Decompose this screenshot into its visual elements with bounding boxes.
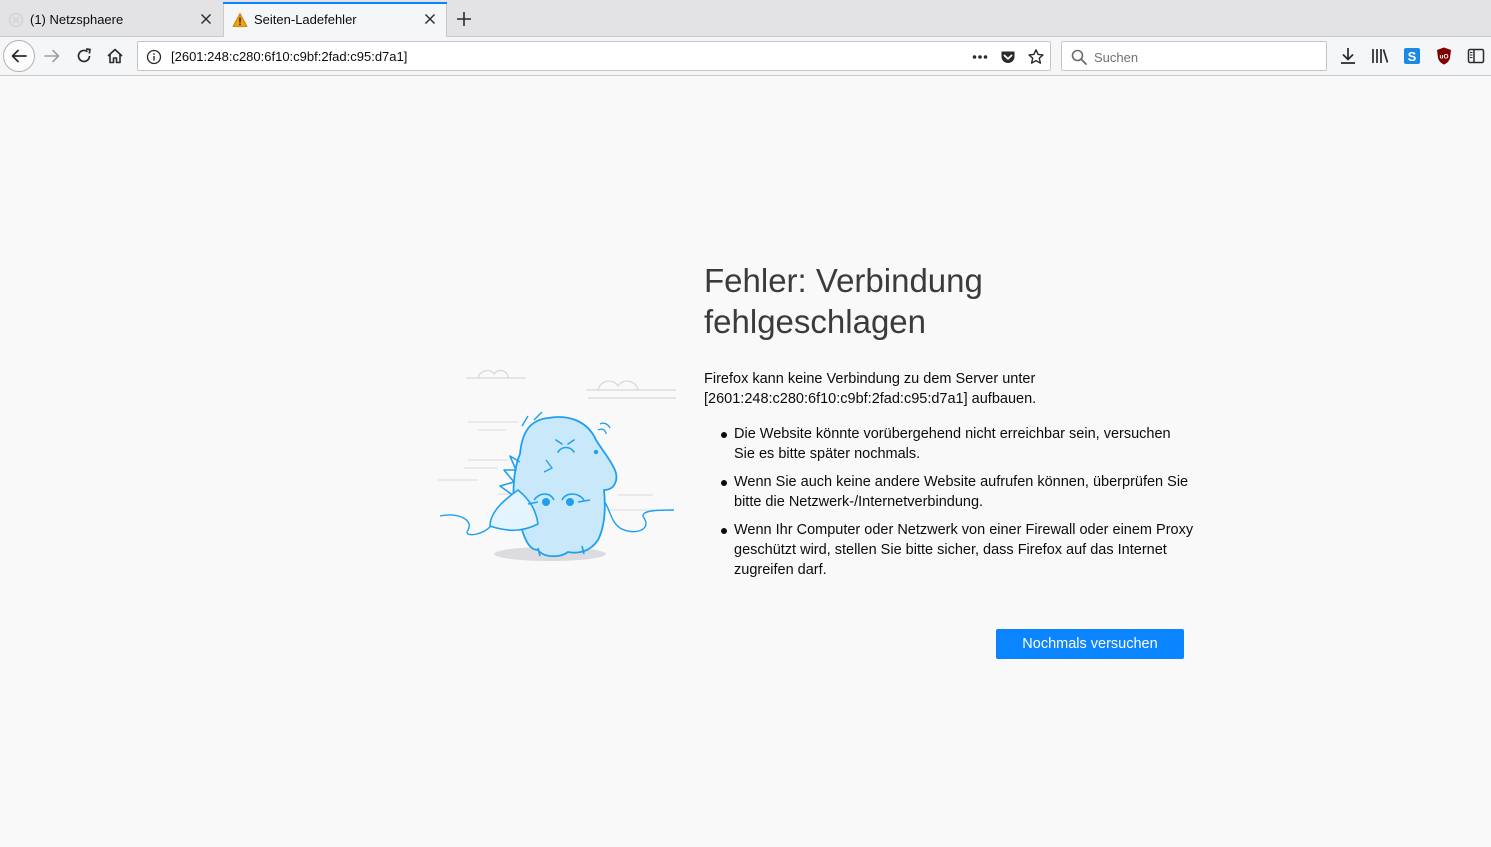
back-button[interactable] [3,40,35,72]
new-tab-plus-icon[interactable] [454,9,474,29]
tab-strip: (1) Netzsphaere Seiten-Ladefehler [0,0,1491,38]
svg-text:S: S [1408,49,1417,64]
forward-arrow-icon [44,49,60,63]
tab-seiten-ladefehler[interactable]: Seiten-Ladefehler [223,2,447,38]
home-button[interactable] [101,42,129,70]
url-text[interactable]: [2601:248:c280:6f10:c9bf:2fad:c95:d7a1] [171,49,407,64]
error-description-line-1: Firefox kann keine Verbindung zu dem Ser… [704,371,1036,387]
list-item: Wenn Sie auch keine andere Website aufru… [721,472,1194,512]
error-title: Fehler: Verbindung fehlgeschlagen [704,262,983,340]
search-placeholder: Suchen [1094,50,1139,65]
bookmark-star-icon[interactable] [1027,48,1045,66]
search-bar[interactable]: Suchen [1061,41,1327,71]
error-description-line-2: [2601:248:c280:6f10:c9bf:2fad:c95:d7a1] … [704,391,1037,407]
error-hints-list: Die Website könnte vorübergehend nicht e… [721,424,1194,588]
home-icon [107,48,123,64]
sidebar-toggle-icon[interactable] [1466,46,1486,66]
tab-label: Seiten-Ladefehler [254,12,357,27]
warning-icon [232,13,248,27]
list-item: Die Website könnte vorübergehend nicht e… [721,424,1194,464]
disconnected-dinosaur-illustration [438,369,676,561]
error-page: Fehler: Verbindung fehlgeschlagen Firefo… [0,77,1491,847]
close-icon[interactable] [422,11,438,27]
tab-netzsphaere[interactable]: (1) Netzsphaere [0,3,222,37]
library-icon[interactable] [1370,46,1390,66]
close-icon[interactable] [198,11,214,27]
page-actions-menu-icon[interactable] [971,48,989,66]
ublock-origin-icon[interactable]: uO [1434,46,1454,66]
download-icon[interactable] [1338,46,1358,66]
navigation-toolbar: [2601:248:c280:6f10:c9bf:2fad:c95:d7a1] … [0,37,1491,76]
reload-button[interactable] [70,42,98,70]
search-icon [1071,49,1087,65]
list-item: Wenn Ihr Computer oder Netzwerk von eine… [721,522,1194,578]
pocket-icon[interactable] [999,48,1017,66]
s-extension-icon[interactable]: S [1402,46,1422,66]
svg-text:uO: uO [1439,54,1448,61]
reload-icon [77,48,91,63]
back-arrow-icon [11,49,27,63]
forward-button[interactable] [38,42,66,70]
netzsphaere-favicon-icon [8,12,24,28]
error-description: Firefox kann keine Verbindung zu dem Ser… [704,369,1184,409]
info-icon[interactable] [145,48,163,66]
url-bar[interactable]: [2601:248:c280:6f10:c9bf:2fad:c95:d7a1] [137,41,1051,71]
tab-label: (1) Netzsphaere [30,12,124,27]
retry-button[interactable]: Nochmals versuchen [996,629,1184,659]
